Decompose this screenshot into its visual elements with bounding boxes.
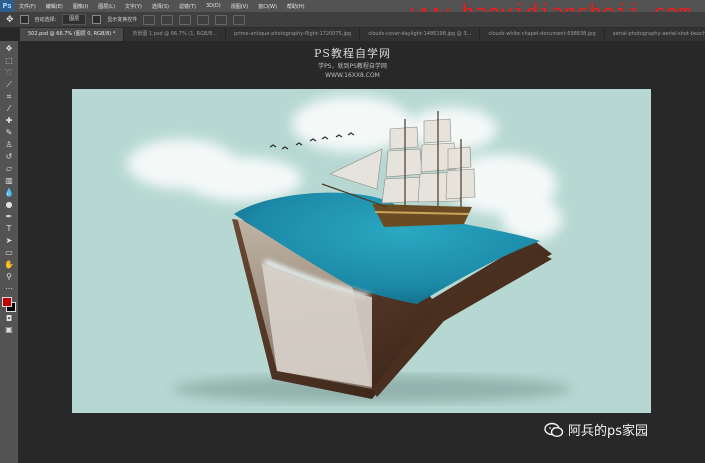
blur-tool-icon[interactable]: 💧 (3, 188, 15, 197)
menu-3d[interactable]: 3D(D) (201, 3, 226, 9)
foreground-color-swatch[interactable] (2, 297, 12, 307)
more-tools-icon[interactable]: ⋯ (3, 284, 15, 293)
show-transform-checkbox[interactable] (92, 15, 102, 24)
pen-tool-icon[interactable]: ✒ (3, 212, 15, 221)
align-middle-icon[interactable] (161, 14, 174, 25)
tab-document[interactable]: aerial-photography-aerial-shot-beach (604, 28, 705, 41)
gradient-tool-icon[interactable]: ▥ (3, 176, 15, 185)
menu-view[interactable]: 视图(V) (226, 3, 253, 10)
menu-type[interactable]: 文字(Y) (120, 3, 147, 10)
menu-image[interactable]: 图像(I) (68, 3, 93, 10)
artwork-image (127, 96, 572, 403)
brush-tool-icon[interactable]: ✎ (3, 128, 15, 137)
crop-tool-icon[interactable]: ⌗ (3, 92, 15, 101)
align-bottom-icon[interactable] (179, 14, 192, 25)
align-top-icon[interactable] (143, 14, 156, 25)
menu-edit[interactable]: 编辑(E) (41, 3, 68, 10)
move-tool-icon[interactable]: ✥ (6, 15, 14, 25)
type-tool-icon[interactable]: T (3, 224, 15, 233)
menu-filter[interactable]: 滤镜(T) (174, 3, 201, 10)
overlay-subtitle-line1: 学PS，就到PS教程自学网 (318, 63, 387, 70)
show-transform-label: 显示变换控件 (107, 17, 138, 23)
shape-tool-icon[interactable]: ▭ (3, 248, 15, 257)
overlay-subtitle-line2: WWW.16XX8.COM (325, 72, 380, 79)
history-brush-tool-icon[interactable]: ↺ (3, 152, 15, 161)
menu-file[interactable]: 文件(F) (14, 3, 41, 10)
menu-layer[interactable]: 图层(L) (93, 3, 120, 10)
zoom-tool-icon[interactable]: ⚲ (3, 272, 15, 281)
hand-tool-icon[interactable]: ✋ (3, 260, 15, 269)
clone-stamp-tool-icon[interactable]: ♙ (3, 140, 15, 149)
options-bar: ✥ 自动选择: 图层 显示变换控件 (0, 12, 705, 28)
tab-document[interactable]: 背景图 1.psd @ 66.7% (1, RGB/8... (124, 28, 227, 41)
wechat-label: 阿兵的ps家园 (568, 424, 649, 439)
document-tabs: 502.psd @ 66.7% (图层 0, RGB/8) * 背景图 1.ps… (20, 28, 705, 41)
tab-document-active[interactable]: 502.psd @ 66.7% (图层 0, RGB/8) * (20, 28, 125, 41)
auto-select-label: 自动选择: (34, 17, 57, 23)
wechat-watermark: 阿兵的ps家园 (544, 420, 648, 439)
align-left-icon[interactable] (197, 14, 210, 25)
dodge-tool-icon[interactable]: ● (3, 200, 15, 209)
overlay-watermark-subtitle: 学PS，就到PS教程自学网 WWW.16XX8.COM (0, 62, 705, 80)
tab-document[interactable]: clouds-cover-daylight-1486198.jpg @ 3... (360, 28, 481, 41)
path-select-tool-icon[interactable]: ➤ (3, 236, 15, 245)
quick-mask-icon[interactable]: ◘ (3, 314, 15, 323)
tab-document[interactable]: clouds-white-chapel-document-698838.jpg (480, 28, 605, 41)
screen-mode-icon[interactable]: ▣ (3, 325, 15, 334)
quick-select-tool-icon[interactable]: ⟋ (3, 80, 15, 89)
align-center-icon[interactable] (215, 14, 228, 25)
auto-select-dropdown[interactable]: 图层 (62, 14, 87, 25)
tools-panel: ✥ ⬚ ➰ ⟋ ⌗ ⁄ ✚ ✎ ♙ ↺ ▱ ▥ 💧 ● ✒ T ➤ ▭ ✋ ⚲ … (0, 41, 19, 463)
menu-select[interactable]: 选择(S) (147, 3, 174, 10)
photoshop-logo: Ps (0, 0, 14, 12)
auto-select-checkbox[interactable] (19, 15, 29, 24)
overlay-watermark-title: PS教程自学网 (314, 47, 391, 60)
healing-brush-tool-icon[interactable]: ✚ (3, 116, 15, 125)
document-canvas[interactable] (72, 89, 651, 413)
wechat-icon (544, 422, 564, 437)
align-right-icon[interactable] (233, 14, 246, 25)
eraser-tool-icon[interactable]: ▱ (3, 164, 15, 173)
menu-help[interactable]: 帮助(H) (282, 3, 310, 10)
tab-document[interactable]: prime-antique-photography-flight-1720075… (226, 28, 361, 41)
eyedropper-tool-icon[interactable]: ⁄ (3, 104, 15, 113)
menu-window[interactable]: 窗口(W) (253, 3, 282, 10)
